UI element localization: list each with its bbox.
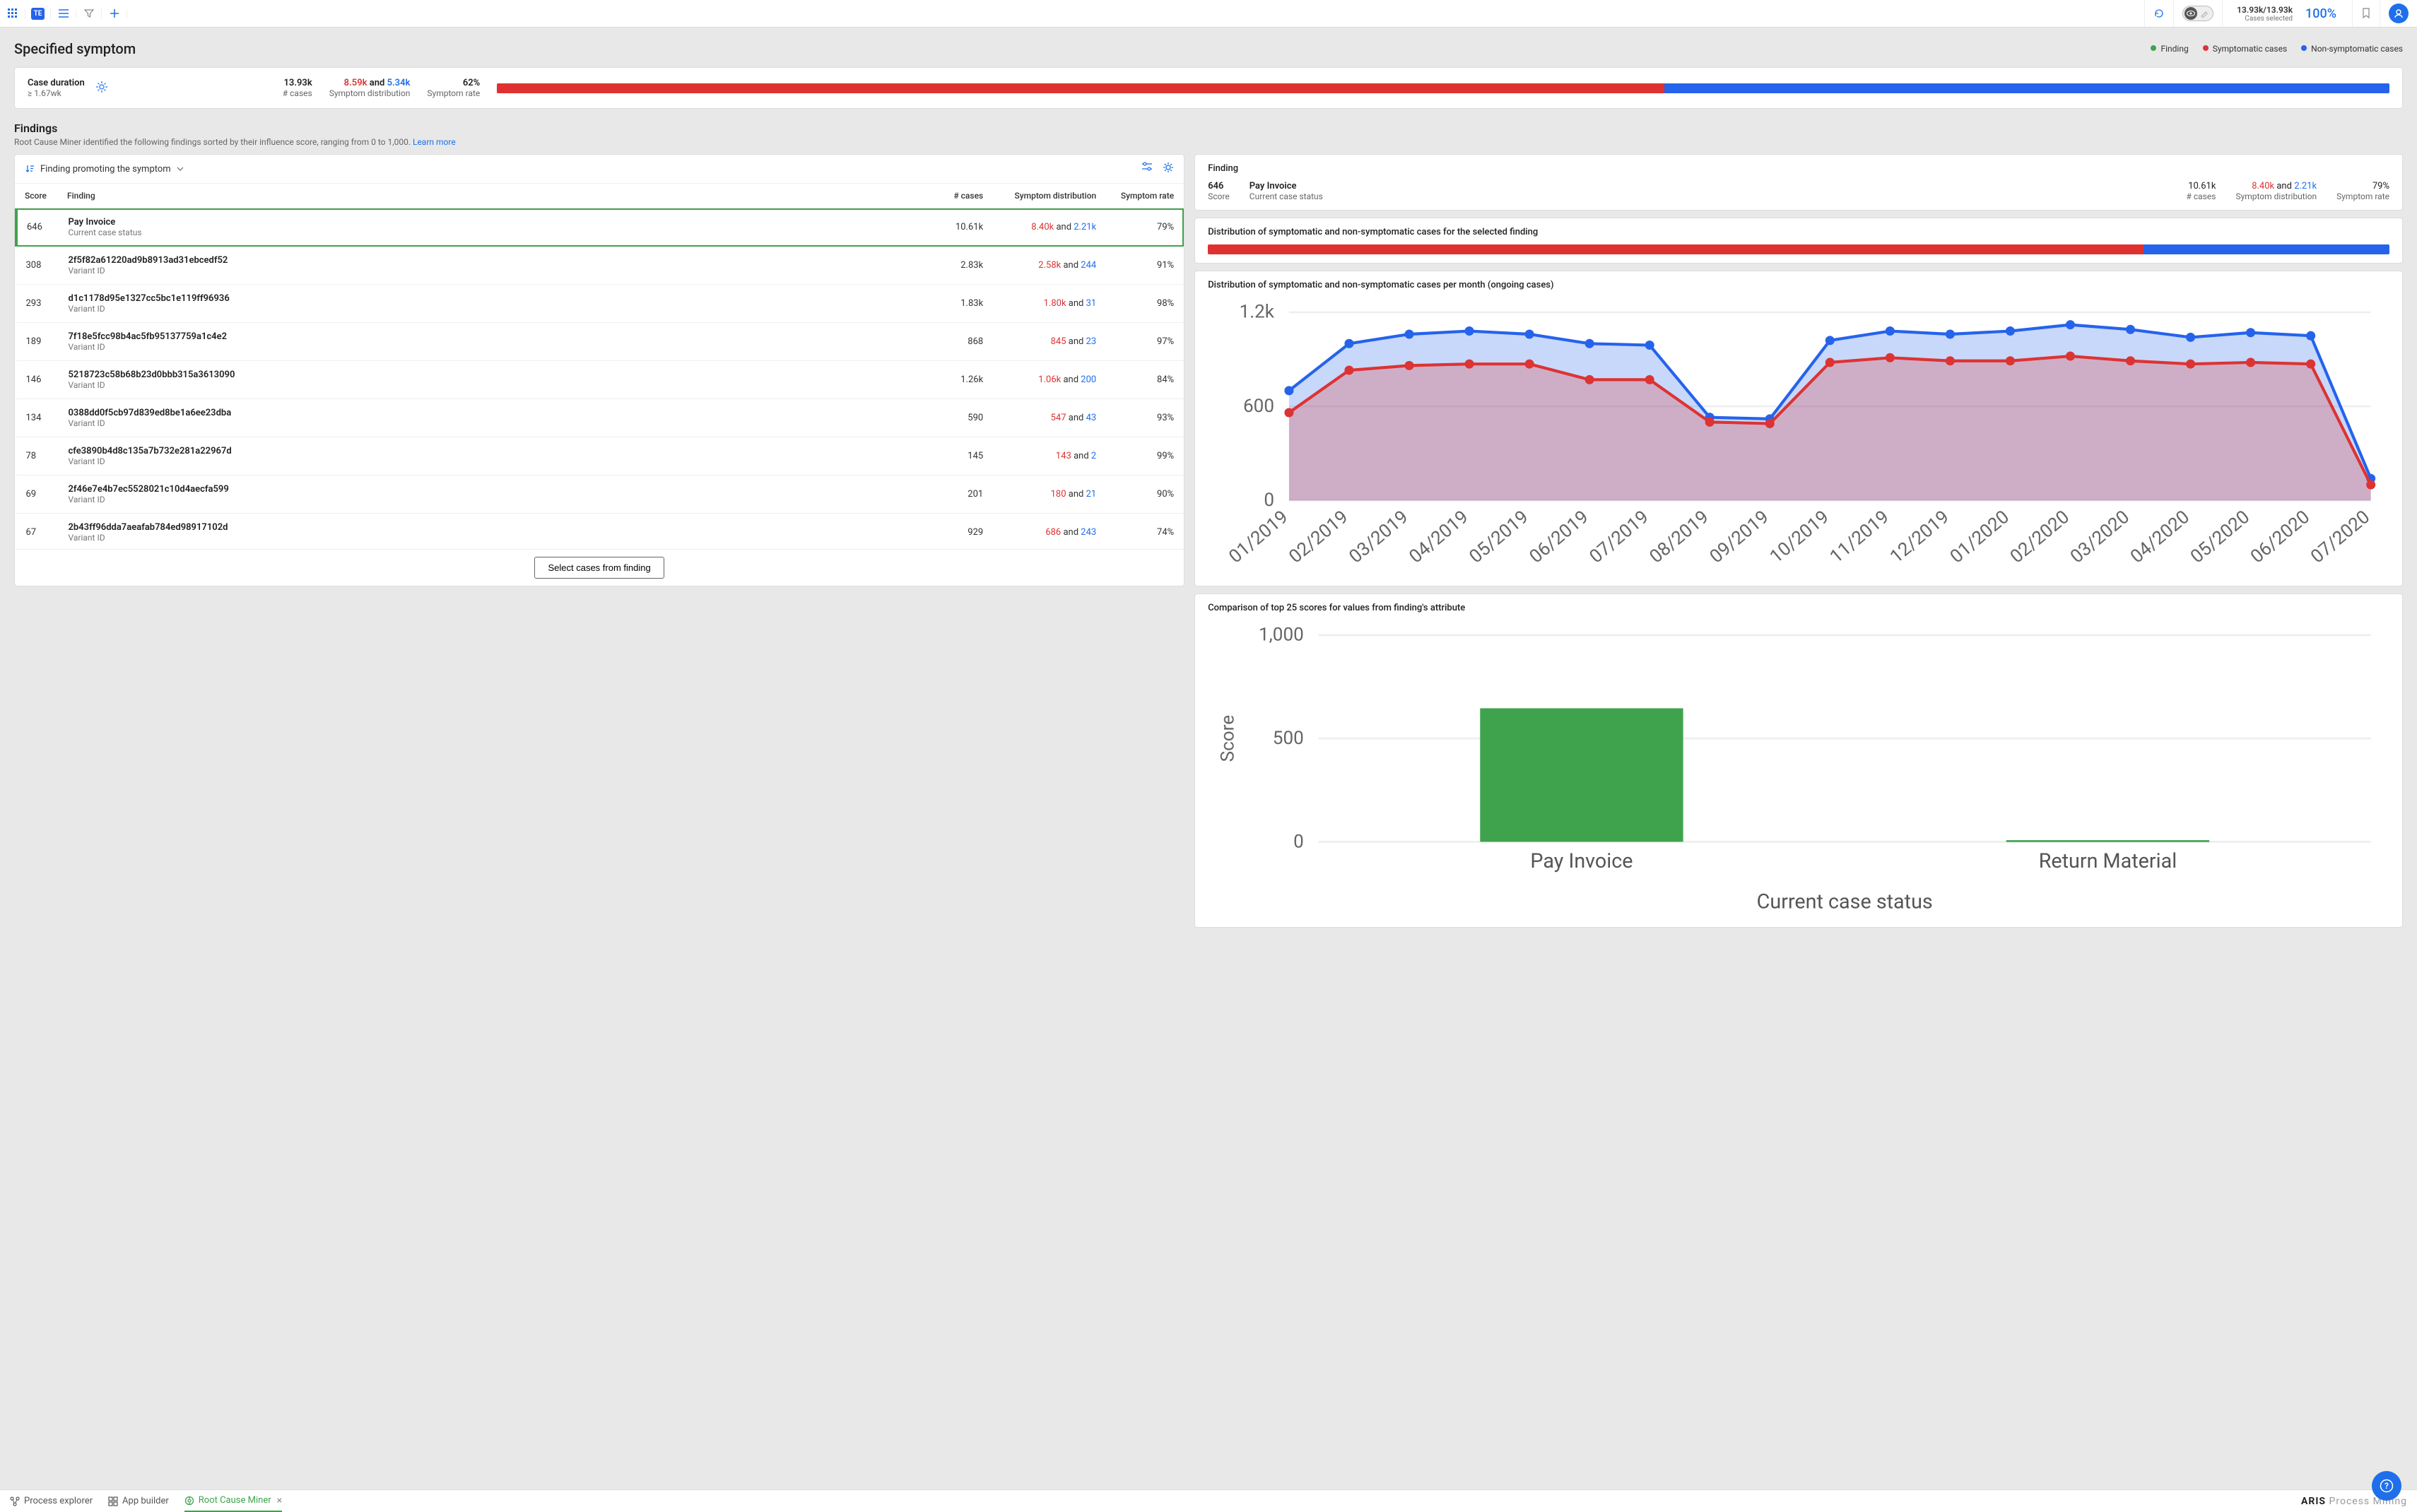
- sliders-icon[interactable]: [1141, 162, 1153, 176]
- user-avatar[interactable]: [2380, 0, 2417, 27]
- table-row[interactable]: 293d1c1178d95e1327cc5bc1e119ff96936Varia…: [16, 285, 1184, 323]
- apps-icon[interactable]: [0, 8, 25, 18]
- sort-dropdown[interactable]: Finding promoting the symptom: [25, 164, 184, 175]
- summary-distribution-value: 8.59k and 5.34k: [329, 78, 411, 88]
- findings-subtitle: Root Cause Miner identified the followin…: [14, 137, 2403, 147]
- cases-selected-percent: 100%: [2298, 6, 2344, 21]
- chevron-down-icon: [177, 167, 184, 171]
- svg-text:02/2020: 02/2020: [2006, 507, 2074, 568]
- dataset-tag[interactable]: TE: [25, 8, 51, 20]
- table-row[interactable]: 672b43ff96dda7aeafab784ed98917102dVarian…: [16, 514, 1184, 550]
- visibility-toggle[interactable]: [2173, 0, 2222, 27]
- svg-text:06/2019: 06/2019: [1526, 507, 1593, 568]
- svg-text:01/2020: 01/2020: [1946, 507, 2013, 568]
- svg-text:500: 500: [1273, 728, 1304, 749]
- distribution-per-month-card: Distribution of symptomatic and non-symp…: [1194, 271, 2403, 586]
- svg-text:02/2019: 02/2019: [1286, 507, 1353, 568]
- svg-text:0: 0: [1293, 831, 1304, 852]
- cases-selected-meta: 13.93k/13.93k Cases selected: [2231, 5, 2298, 23]
- learn-more-link[interactable]: Learn more: [413, 137, 456, 147]
- case-duration-label: Case duration: [28, 78, 85, 88]
- chart-legend: Finding Symptomatic cases Non-symptomati…: [2151, 44, 2403, 54]
- bookmark-icon[interactable]: [2352, 0, 2380, 27]
- eye-icon: [2184, 7, 2197, 20]
- sort-icon: [25, 164, 35, 174]
- summary-rate-value: 62%: [427, 78, 480, 88]
- topbar: TE 13.93k/13.93k Cases selected 100%: [0, 0, 2417, 28]
- findings-heading: Findings: [14, 122, 2403, 135]
- table-header-row: Score Finding # cases Symptom distributi…: [15, 184, 1184, 208]
- table-row[interactable]: 1465218723c58b68b23d0bbb315a3613090Varia…: [16, 361, 1184, 399]
- case-duration-value: ≥ 1.67wk: [28, 88, 85, 98]
- svg-text:0: 0: [1264, 490, 1275, 511]
- score-bar-chart: Score 1,000 500 0 Pay Invoice Return Material…: [1208, 620, 2389, 916]
- table-row[interactable]: 646Pay InvoiceCurrent case status10.61k8…: [16, 208, 1184, 247]
- menu-icon[interactable]: [51, 9, 76, 18]
- refresh-icon[interactable]: [2144, 0, 2173, 27]
- close-icon[interactable]: ×: [277, 1495, 282, 1506]
- svg-text:Return Material: Return Material: [2039, 849, 2177, 873]
- svg-text:10/2019: 10/2019: [1766, 507, 1833, 568]
- topbar-left: TE: [0, 0, 127, 27]
- svg-text:03/2020: 03/2020: [2066, 507, 2134, 568]
- filter-icon[interactable]: [76, 8, 102, 18]
- pencil-icon: [2200, 9, 2209, 18]
- table-row[interactable]: 3082f5f82a61220ad9b8913ad31ebcedf52Varia…: [16, 247, 1184, 285]
- tab-icon: [10, 1496, 20, 1506]
- svg-text:05/2019: 05/2019: [1466, 507, 1533, 568]
- svg-text:11/2019: 11/2019: [1826, 507, 1893, 568]
- table-row[interactable]: 1340388dd0f5cb97d839ed8be1a6ee23dbaVaria…: [16, 399, 1184, 437]
- findings-panel: Finding promoting the symptom Score: [14, 154, 1184, 586]
- svg-text:04/2020: 04/2020: [2127, 507, 2194, 568]
- svg-text:01/2019: 01/2019: [1225, 507, 1293, 568]
- svg-text:08/2019: 08/2019: [1646, 507, 1713, 568]
- svg-text:1.2k: 1.2k: [1240, 302, 1275, 323]
- svg-text:12/2019: 12/2019: [1886, 507, 1953, 568]
- finding-detail-card: Finding 646 Score Pay Invoice Current ca…: [1194, 154, 2403, 211]
- topbar-right: 13.93k/13.93k Cases selected 100%: [2144, 0, 2417, 27]
- svg-text:05/2020: 05/2020: [2187, 507, 2254, 568]
- help-fab[interactable]: ?: [2372, 1471, 2401, 1501]
- svg-text:Current case status: Current case status: [1757, 890, 1933, 914]
- table-row[interactable]: 1897f18e5fcc98b4ac5fb95137759a1c4e2Varia…: [16, 323, 1184, 361]
- distribution-overall-card: Distribution of symptomatic and non-symp…: [1194, 218, 2403, 264]
- svg-text:Score: Score: [1218, 715, 1239, 762]
- svg-text:600: 600: [1243, 396, 1274, 417]
- svg-text:1,000: 1,000: [1259, 625, 1304, 646]
- bottom-tab[interactable]: App builder: [108, 1491, 169, 1512]
- svg-text:06/2020: 06/2020: [2247, 507, 2314, 568]
- summary-cases-value: 13.93k: [283, 78, 312, 88]
- score-comparison-card: Comparison of top 25 scores for values f…: [1194, 593, 2403, 928]
- gear-icon[interactable]: [96, 81, 107, 95]
- tab-icon: [108, 1496, 118, 1506]
- settings-icon[interactable]: [1163, 162, 1174, 176]
- select-cases-button[interactable]: Select cases from finding: [534, 557, 664, 579]
- bottom-tab[interactable]: Process explorer: [10, 1491, 93, 1512]
- svg-text:03/2019: 03/2019: [1346, 507, 1413, 568]
- table-row[interactable]: 692f46e7e4b7ec5528021c10d4aecfa599Varian…: [16, 476, 1184, 514]
- svg-text:07/2019: 07/2019: [1586, 507, 1653, 568]
- page-title: Specified symptom: [14, 40, 2151, 57]
- symptom-summary-card: Case duration ≥ 1.67wk 13.93k # cases 8.…: [14, 67, 2403, 109]
- svg-text:?: ?: [2384, 1481, 2389, 1491]
- bottom-tab[interactable]: Root Cause Miner×: [184, 1491, 282, 1512]
- svg-text:04/2019: 04/2019: [1406, 507, 1473, 568]
- svg-text:09/2019: 09/2019: [1706, 507, 1773, 568]
- monthly-area-chart: 1.2k600001/201902/201903/201904/201905/2…: [1208, 297, 2389, 574]
- table-row[interactable]: 78cfe3890b4d8c135a7b732e281a22967dVarian…: [16, 437, 1184, 476]
- svg-text:Pay Invoice: Pay Invoice: [1531, 849, 1633, 873]
- svg-text:07/2020: 07/2020: [2307, 507, 2374, 568]
- bottom-tabbar: Process explorer App builder Root Cause Mi…: [0, 1489, 2417, 1512]
- tab-icon: [184, 1496, 194, 1506]
- summary-distribution-bar: [497, 83, 2389, 93]
- add-icon[interactable]: [102, 9, 127, 18]
